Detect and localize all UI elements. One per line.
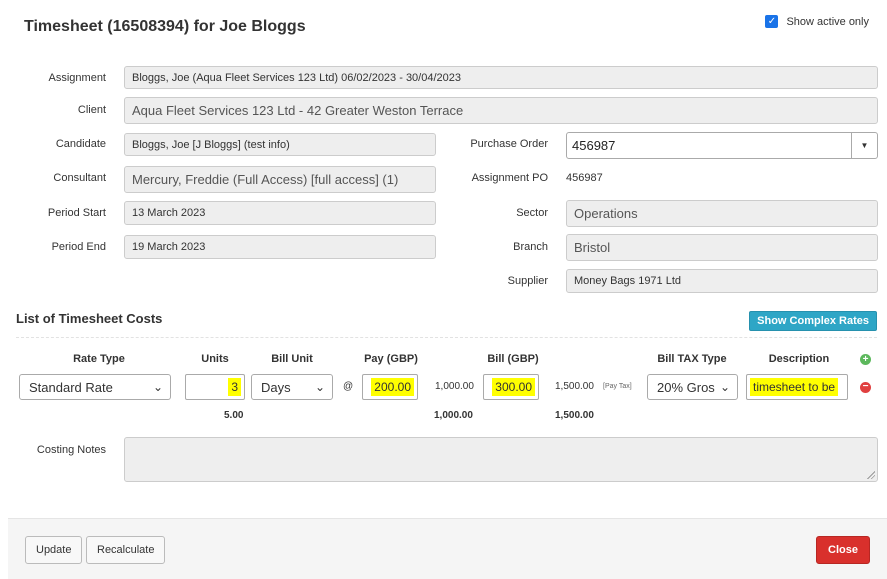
resize-grip-icon[interactable]: [867, 471, 875, 479]
pay-tax-note: [Pay Tax]: [603, 383, 632, 390]
chevron-down-icon: ⌄: [719, 380, 730, 394]
assignment-po-value: 456987: [566, 172, 603, 184]
col-bill-unit: Bill Unit: [271, 353, 313, 365]
period-end-field: 19 March 2023: [124, 235, 436, 259]
close-button[interactable]: Close: [816, 536, 870, 564]
sector-label: Sector: [516, 207, 548, 219]
costing-notes-label: Costing Notes: [36, 444, 106, 456]
branch-label: Branch: [513, 241, 548, 253]
chevron-down-icon: ⌄: [314, 380, 325, 394]
assignment-po-label: Assignment PO: [471, 172, 548, 184]
rate-type-value: Standard Rate: [29, 379, 113, 395]
period-start-label: Period Start: [47, 207, 106, 219]
show-complex-rates-button[interactable]: Show Complex Rates: [749, 311, 877, 331]
costs-section-title: List of Timesheet Costs: [16, 311, 163, 326]
bill-tax-type-value: 20% Gros: [657, 379, 715, 395]
sector-field: Operations: [566, 200, 878, 227]
at-symbol: @: [343, 381, 354, 392]
pay-value: 200.00: [371, 378, 414, 396]
col-pay: Pay (GBP): [364, 353, 418, 365]
recalculate-button[interactable]: Recalculate: [86, 536, 166, 564]
rate-type-select[interactable]: Standard Rate ⌄: [19, 374, 171, 400]
description-value: timesheet to be: [750, 378, 839, 396]
pay-line-total: 1,000.00: [435, 381, 474, 392]
units-total: 5.00: [224, 410, 244, 421]
period-start-field: 13 March 2023: [124, 201, 436, 225]
bill-input[interactable]: 300.00: [483, 374, 539, 400]
show-active-toggle[interactable]: ✓ Show active only: [765, 15, 869, 28]
section-divider: [16, 337, 877, 338]
bill-line-total: 1,500.00: [555, 381, 594, 392]
bill-unit-select[interactable]: Days ⌄: [251, 374, 333, 400]
bill-total: 1,500.00: [555, 410, 594, 421]
update-button[interactable]: Update: [25, 536, 83, 564]
col-bill: Bill (GBP): [487, 353, 539, 365]
purchase-order-select[interactable]: 456987 ▼: [566, 132, 878, 159]
candidate-field: Bloggs, Joe [J Bloggs] (test info): [124, 133, 436, 156]
candidate-label: Candidate: [55, 138, 106, 150]
purchase-order-label: Purchase Order: [470, 138, 548, 150]
units-value: 3: [228, 378, 241, 396]
supplier-label: Supplier: [507, 275, 548, 287]
bill-value: 300.00: [492, 378, 535, 396]
bill-unit-value: Days: [261, 379, 291, 395]
consultant-field: Mercury, Freddie (Full Access) [full acc…: [124, 166, 436, 193]
col-rate-type: Rate Type: [73, 353, 125, 365]
show-active-checkbox[interactable]: ✓: [765, 15, 779, 28]
branch-field: Bristol: [566, 234, 878, 261]
add-row-icon[interactable]: +: [860, 354, 871, 365]
client-label: Client: [77, 104, 106, 116]
period-end-label: Period End: [51, 241, 106, 253]
col-units: Units: [201, 353, 229, 365]
chevron-down-icon: ⌄: [152, 380, 163, 394]
remove-row-icon[interactable]: −: [860, 382, 871, 393]
show-active-label: Show active only: [786, 15, 869, 28]
supplier-field: Money Bags 1971 Ltd: [566, 269, 878, 293]
costing-notes-textarea[interactable]: [124, 437, 878, 482]
bill-tax-type-select[interactable]: 20% Gros ⌄: [647, 374, 738, 400]
page-title: Timesheet (16508394) for Joe Bloggs: [24, 18, 306, 35]
assignment-field: Bloggs, Joe (Aqua Fleet Services 123 Ltd…: [124, 66, 878, 89]
chevron-down-icon[interactable]: ▼: [851, 133, 877, 158]
purchase-order-value: 456987: [572, 138, 616, 153]
units-input[interactable]: 3: [185, 374, 245, 400]
description-input[interactable]: timesheet to be: [746, 374, 848, 400]
col-bill-tax-type: Bill TAX Type: [657, 353, 727, 365]
col-description: Description: [768, 353, 830, 365]
pay-total: 1,000.00: [434, 410, 473, 421]
assignment-label: Assignment: [48, 72, 106, 84]
consultant-label: Consultant: [53, 172, 106, 184]
client-field: Aqua Fleet Services 123 Ltd - 42 Greater…: [124, 97, 878, 124]
pay-input[interactable]: 200.00: [362, 374, 418, 400]
